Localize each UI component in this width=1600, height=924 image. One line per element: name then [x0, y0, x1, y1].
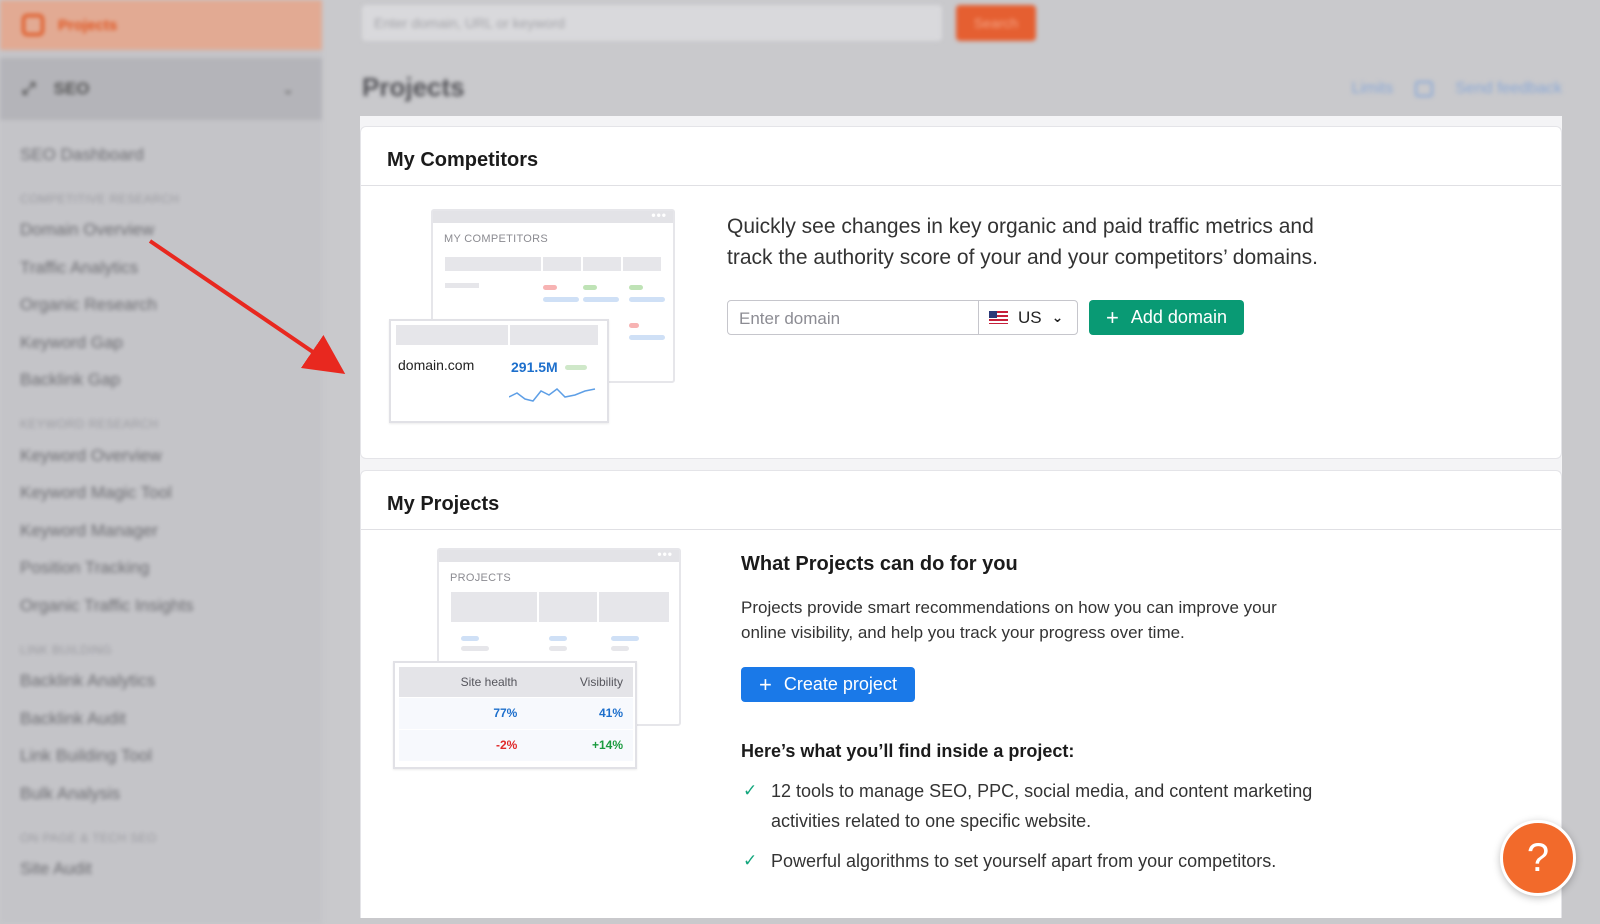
site-health-header: Site health [399, 667, 528, 697]
sidebar-item[interactable]: Traffic Analytics [20, 249, 322, 287]
sidebar-item[interactable]: Bulk Analysis [20, 775, 322, 813]
visibility-change: +14% [527, 728, 633, 761]
sidebar-section-heading: ON PAGE & TECH SEO [20, 830, 157, 845]
create-project-button[interactable]: + Create project [741, 667, 915, 702]
visibility-value: 41% [527, 696, 633, 729]
sidebar-section-heading: COMPETITIVE RESEARCH [20, 191, 180, 206]
sidebar-seo-label: SEO [53, 79, 90, 98]
global-search-input[interactable]: Enter domain, URL or keyword [362, 5, 942, 41]
my-competitors-title: My Competitors [361, 127, 1561, 186]
sparkline-chart [509, 388, 596, 402]
sidebar-item[interactable]: Site Audit [20, 851, 322, 889]
sidebar-item[interactable]: Link Building Tool [20, 738, 322, 776]
project-metrics-table: Site health Visibility 77% 41% -2% +14% [399, 667, 633, 761]
check-icon: ✓ [743, 781, 758, 800]
top-bar: Enter domain, URL or keyword Search [322, 0, 1600, 48]
inside-project-heading: Here’s what you’ll find inside a project… [741, 741, 1075, 761]
my-projects-card: My Projects ••• PROJECTS Site health Vis… [360, 470, 1562, 918]
projects-panel: My Competitors ••• MY COMPETITORS domain… [360, 116, 1562, 918]
sidebar-item[interactable]: Keyword Manager [20, 512, 322, 550]
sidebar-item[interactable]: Position Tracking [20, 550, 322, 588]
rocket-icon: ⤢ [22, 79, 36, 98]
my-competitors-card: My Competitors ••• MY COMPETITORS domain… [360, 126, 1562, 459]
projects-description-line1: Projects provide smart recommendations o… [741, 598, 1277, 617]
domain-preview-value: 291.5M [511, 359, 558, 375]
us-flag-icon [989, 311, 1008, 324]
sidebar-projects-label: Projects [58, 16, 118, 34]
sidebar-item[interactable]: Keyword Magic Tool [20, 475, 322, 513]
projects-illustration-title: PROJECTS [450, 572, 512, 584]
sidebar-section-heading: KEYWORD RESEARCH [20, 417, 159, 431]
feature-text: Powerful algorithms to set yourself apar… [771, 851, 1277, 871]
sidebar-item[interactable]: Backlink Gap [20, 362, 322, 400]
competitors-description: Quickly see changes in key organic and p… [727, 211, 1318, 273]
help-button[interactable]: ? [1500, 820, 1576, 896]
country-value: US [1018, 307, 1042, 327]
page-title: Projects [362, 72, 465, 102]
list-item: ✓ 12 tools to manage SEO, PPC, social me… [741, 776, 1361, 836]
create-project-label: Create project [783, 674, 897, 694]
competitors-description-line1: Quickly see changes in key organic and p… [727, 215, 1314, 238]
feedback-icon [1415, 81, 1434, 97]
sidebar-section-heading: LINK BUILDING [20, 642, 112, 657]
feature-list: ✓ 12 tools to manage SEO, PPC, social me… [741, 776, 1361, 886]
sidebar-item[interactable]: Domain Overview [20, 212, 322, 250]
sidebar-item[interactable]: Keyword Overview [20, 437, 322, 475]
sidebar-nav: SEO Dashboard COMPETITIVE RESEARCH Domain … [0, 120, 322, 888]
competitors-illustration-title: MY COMPETITORS [444, 233, 549, 245]
country-select[interactable]: US ⌄ [978, 300, 1078, 335]
competitors-description-line2: track the authority score of your and yo… [727, 246, 1318, 269]
project-metrics-card: Site health Visibility 77% 41% -2% +14% [393, 661, 637, 769]
sidebar-item[interactable]: Backlink Analytics [20, 663, 322, 701]
list-item: ✓ Powerful algorithms to set yourself ap… [741, 846, 1361, 876]
domain-preview-card: domain.com 291.5M [389, 319, 609, 423]
plus-icon: + [1106, 304, 1119, 330]
projects-description-line2: online visibility, and help you track yo… [741, 623, 1185, 642]
home-icon [22, 14, 44, 36]
site-health-change: -2% [399, 728, 528, 761]
global-search-button[interactable]: Search [956, 5, 1036, 41]
top-links: Limits Send feedback [1351, 80, 1562, 98]
visibility-header: Visibility [527, 667, 633, 697]
sidebar-item[interactable]: Organic Traffic Insights [20, 587, 322, 625]
table-row: 77% 41% [399, 696, 633, 729]
add-domain-button[interactable]: + Add domain [1089, 300, 1244, 335]
my-projects-title: My Projects [361, 471, 1561, 530]
table-row: -2% +14% [399, 728, 633, 761]
chevron-down-icon: ⌄ [1051, 309, 1064, 325]
site-health-value: 77% [399, 696, 528, 729]
check-icon: ✓ [743, 851, 758, 870]
sidebar: Projects ⤢ SEO ⌄ SEO Dashboard COMPETITIV… [0, 0, 322, 924]
chevron-down-icon: ⌄ [282, 80, 294, 97]
add-domain-label: Add domain [1130, 307, 1227, 327]
plus-icon: + [759, 671, 772, 697]
sidebar-item[interactable]: SEO Dashboard [20, 136, 322, 174]
feature-text: 12 tools to manage SEO, PPC, social medi… [771, 781, 1313, 831]
domain-preview-name: domain.com [398, 357, 475, 373]
limits-link[interactable]: Limits [1351, 80, 1393, 98]
projects-subtitle: What Projects can do for you [741, 553, 1018, 575]
sidebar-projects[interactable]: Projects [0, 0, 322, 50]
sidebar-seo-section[interactable]: ⤢ SEO ⌄ [0, 58, 322, 120]
projects-description: Projects provide smart recommendations o… [741, 595, 1277, 645]
send-feedback-link[interactable]: Send feedback [1455, 80, 1562, 98]
sidebar-item[interactable]: Keyword Gap [20, 324, 322, 362]
sidebar-item[interactable]: Backlink Audit [20, 700, 322, 738]
sidebar-item[interactable]: Organic Research [20, 287, 322, 325]
enter-domain-input[interactable]: Enter domain [727, 300, 979, 335]
